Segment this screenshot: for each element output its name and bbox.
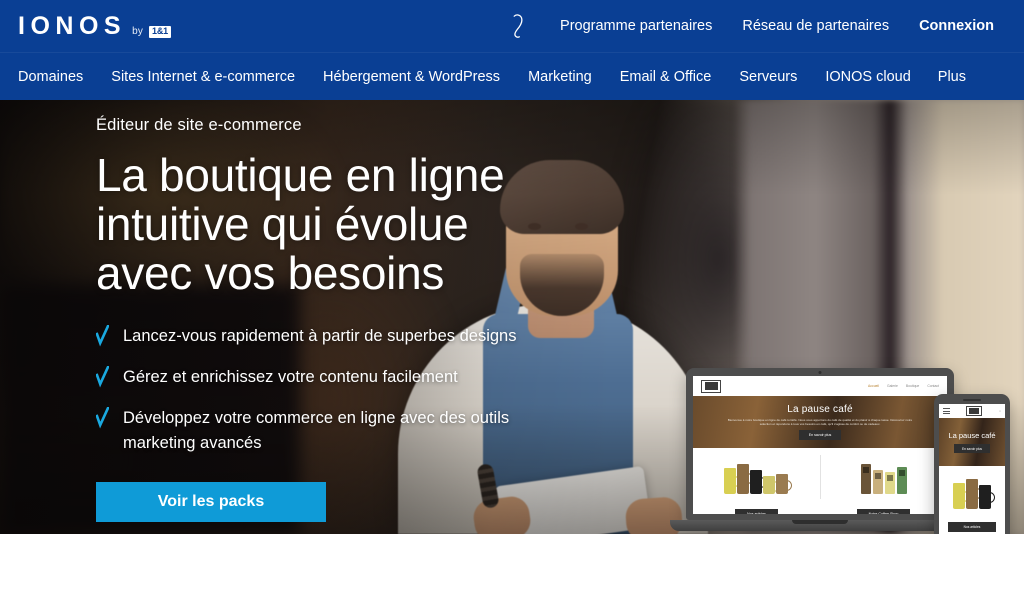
- list-item: Développez votre commerce en ligne avec …: [96, 406, 566, 456]
- laptop-mockup: Accueil Galerie Boutique Contact La paus…: [670, 368, 970, 531]
- check-icon: [96, 406, 109, 429]
- nav-item-serveurs[interactable]: Serveurs: [739, 69, 797, 85]
- hero-banner: Éditeur de site e-commerce La boutique e…: [0, 100, 1024, 534]
- hero-title-line-2: intuitive qui évolue: [96, 198, 469, 250]
- benefit-text: Lancez-vous rapidement à partir de super…: [123, 327, 517, 345]
- page-below-fold: [0, 534, 1024, 598]
- mockup-product-mugs: [693, 448, 820, 506]
- mockup-nos-articles-button[interactable]: Nos articles: [735, 509, 778, 514]
- phone-speaker: [963, 399, 981, 401]
- mug-yellow: [953, 483, 969, 509]
- top-nav-link-connexion[interactable]: Connexion: [919, 18, 994, 34]
- check-icon: [96, 324, 109, 347]
- mockup-hero-paragraph: Bienvenue à notre boutique en ligne de c…: [727, 417, 913, 426]
- phone-mug-group: [953, 475, 995, 509]
- phone-hero-button[interactable]: En savoir plus: [953, 444, 991, 453]
- mug-group: [724, 460, 793, 494]
- logo-by-text: by: [132, 25, 144, 37]
- phone-site-nav: ▫▫: [939, 404, 1005, 418]
- top-nav: Programme partenaires Réseau de partenai…: [508, 13, 1006, 39]
- coffee-pack-group: [860, 460, 907, 494]
- nav-item-marketing[interactable]: Marketing: [528, 69, 592, 85]
- mockup-site-logo: [701, 379, 721, 393]
- phone-mockup: ▫▫ La pause café En savoir plus Nos arti…: [934, 394, 1010, 534]
- hamburger-menu-icon[interactable]: [943, 408, 950, 414]
- mockup-product-packs: [821, 448, 948, 506]
- mockup-button-right-wrap: Notre Coffee Shop: [820, 506, 947, 514]
- phone-body: ▫▫ La pause café En savoir plus Nos arti…: [934, 394, 1010, 534]
- coffee-pack-dark: [860, 464, 871, 494]
- mug-black: [979, 485, 995, 509]
- coffee-pack-tan: [872, 470, 883, 494]
- mockup-nav-accueil[interactable]: Accueil: [868, 384, 879, 388]
- phone-site-hero: La pause café En savoir plus: [939, 418, 1005, 466]
- phone-products-row: [939, 466, 1005, 518]
- laptop-screen: Accueil Galerie Boutique Contact La paus…: [693, 376, 947, 514]
- main-nav-items: Domaines Sites Internet & e-commerce Héb…: [18, 69, 911, 85]
- mug-black: [750, 470, 767, 494]
- check-icon: [96, 365, 109, 388]
- mockup-nav-contact[interactable]: Contact: [927, 384, 939, 388]
- mug-yellow: [724, 468, 741, 494]
- nav-item-hebergement-wordpress[interactable]: Hébergement & WordPress: [323, 69, 500, 85]
- top-nav-link-reseau-de-partenaires[interactable]: Réseau de partenaires: [742, 18, 889, 34]
- benefit-text: Gérez et enrichissez votre contenu facil…: [123, 368, 458, 386]
- hero-title: La boutique en ligne intuitive qui évolu…: [96, 151, 566, 298]
- hero-eyebrow: Éditeur de site e-commerce: [96, 116, 302, 134]
- mug-brown-small: [776, 474, 793, 494]
- logo-text: IONOS: [18, 11, 127, 40]
- mockup-products-row: [693, 448, 947, 506]
- phone-screen: ▫▫ La pause café En savoir plus Nos arti…: [939, 404, 1005, 534]
- coffee-pack-yellow: [884, 472, 895, 494]
- mockup-site-hero: La pause café Bienvenue à notre boutique…: [693, 396, 947, 448]
- hero-title-line-3: avec vos besoins: [96, 247, 445, 299]
- nav-item-domaines[interactable]: Domaines: [18, 69, 83, 85]
- top-nav-link-programme-partenaires[interactable]: Programme partenaires: [560, 18, 712, 34]
- phone-hero-title: La pause café: [948, 431, 996, 440]
- ionos-logo[interactable]: IONOS by 1&1: [18, 11, 171, 40]
- phone-site-logo: [966, 406, 983, 416]
- mockup-site-nav-links: Accueil Galerie Boutique Contact: [868, 384, 939, 388]
- mug-brown: [737, 464, 754, 494]
- main-nav: Domaines Sites Internet & e-commerce Héb…: [0, 52, 1024, 100]
- nav-item-plus[interactable]: Plus: [938, 69, 1006, 85]
- laptop-camera: [818, 371, 822, 374]
- laptop-trackpad-notch: [792, 520, 848, 524]
- top-bar: IONOS by 1&1 Programme partenaires Résea…: [0, 0, 1024, 52]
- mockup-buttons-row: Nos articles Notre Coffee Shop: [693, 506, 947, 514]
- mockup-hero-button[interactable]: En savoir plus: [798, 430, 842, 441]
- list-item: Gérez et enrichissez votre contenu facil…: [96, 365, 566, 390]
- cart-icon[interactable]: ▫▫: [999, 409, 1001, 413]
- mockup-nav-boutique[interactable]: Boutique: [906, 384, 919, 388]
- laptop-base: [670, 520, 970, 531]
- mockup-notre-coffee-shop-button[interactable]: Notre Coffee Shop: [856, 509, 911, 514]
- nav-item-email-office[interactable]: Email & Office: [620, 69, 712, 85]
- mockup-site-nav: Accueil Galerie Boutique Contact: [693, 376, 947, 396]
- mockup-nav-galerie[interactable]: Galerie: [887, 384, 898, 388]
- phone-buttons-row: Nos articles: [939, 518, 1005, 534]
- laptop-lid: Accueil Galerie Boutique Contact La paus…: [686, 368, 954, 520]
- nav-item-sites-internet-ecommerce[interactable]: Sites Internet & e-commerce: [111, 69, 295, 85]
- mockup-hero-title: La pause café: [787, 403, 853, 415]
- benefit-text: Développez votre commerce en ligne avec …: [123, 409, 510, 452]
- logo-1and1-badge: 1&1: [149, 25, 171, 38]
- mug-brown: [966, 479, 982, 509]
- list-item: Lancez-vous rapidement à partir de super…: [96, 324, 566, 349]
- phone-nos-articles-button[interactable]: Nos articles: [947, 522, 997, 532]
- phone-icon[interactable]: [508, 13, 530, 39]
- mockup-button-left-wrap: Nos articles: [693, 506, 820, 514]
- nav-item-ionos-cloud[interactable]: IONOS cloud: [825, 69, 910, 85]
- device-mockups: Accueil Galerie Boutique Contact La paus…: [670, 348, 1024, 534]
- hero-benefit-list: Lancez-vous rapidement à partir de super…: [96, 324, 566, 456]
- coffee-pack-green: [896, 467, 907, 494]
- hero-content: Éditeur de site e-commerce La boutique e…: [96, 116, 566, 522]
- hero-title-line-1: La boutique en ligne: [96, 149, 505, 201]
- page-root: IONOS by 1&1 Programme partenaires Résea…: [0, 0, 1024, 598]
- voir-les-packs-button[interactable]: Voir les packs: [96, 482, 326, 522]
- mug-yellow-small: [763, 476, 780, 494]
